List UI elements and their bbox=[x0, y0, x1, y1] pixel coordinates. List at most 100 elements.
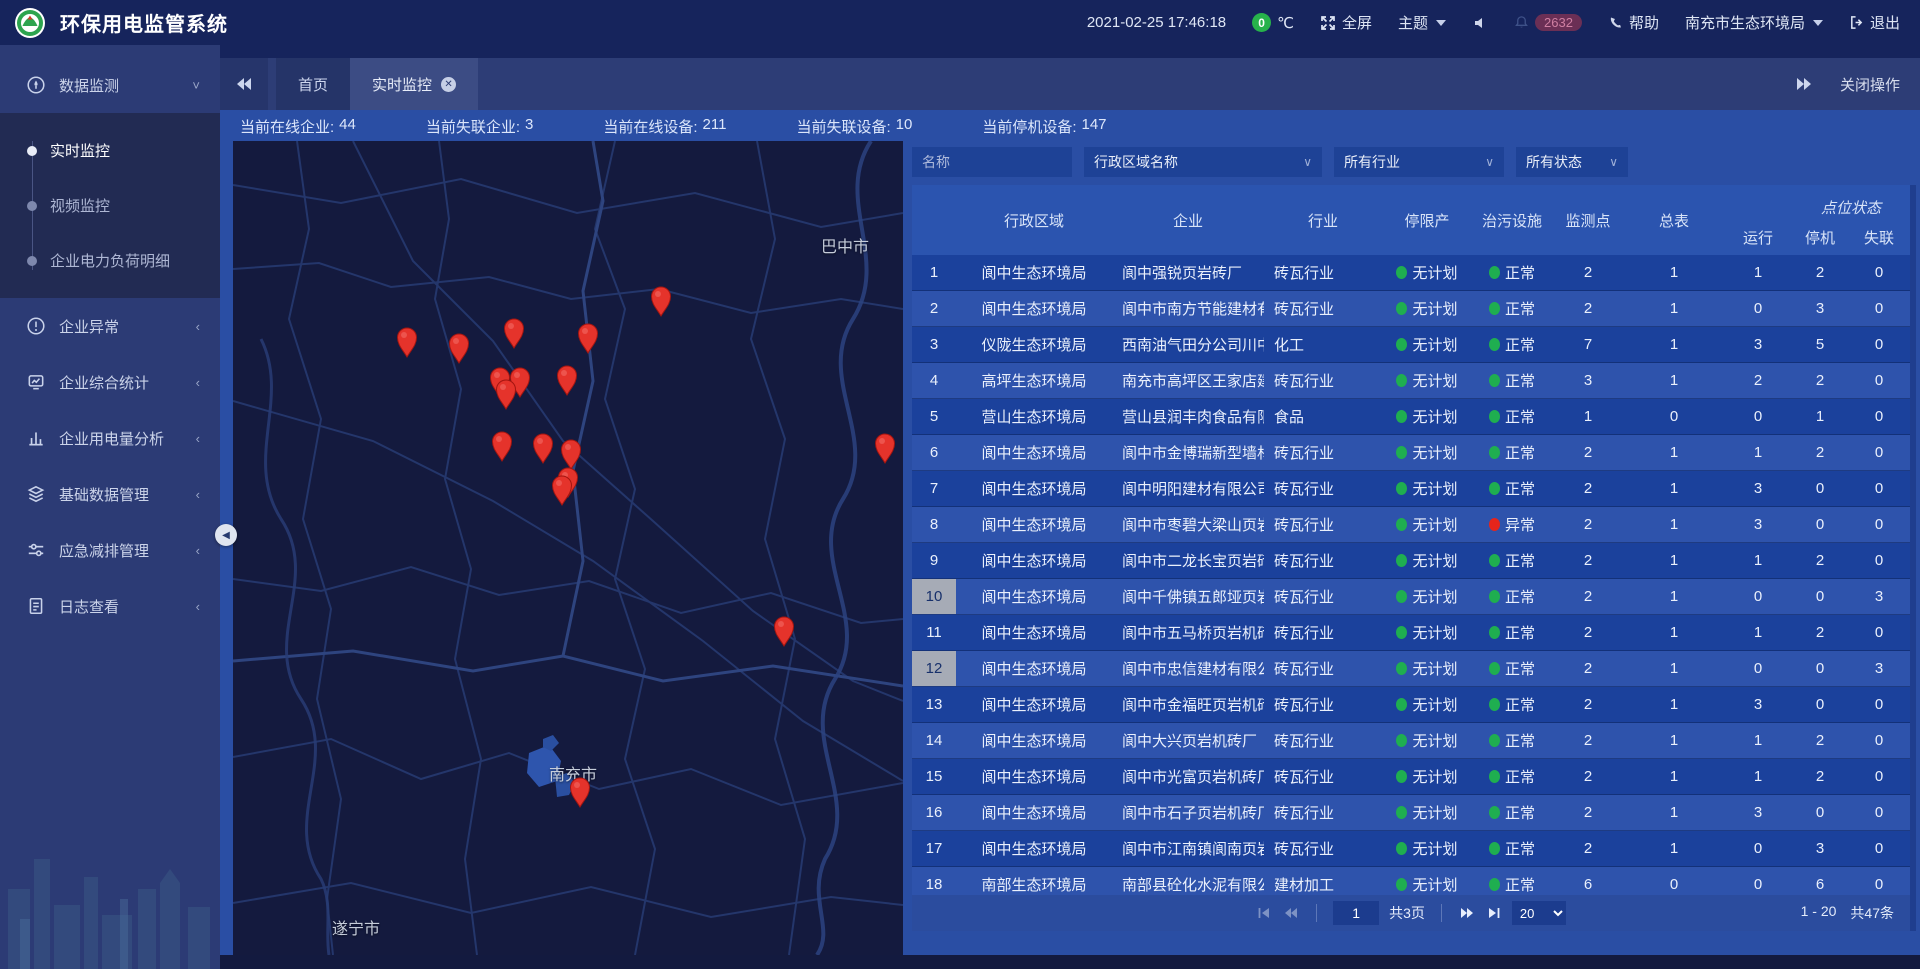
scroll-tabs-left-button[interactable] bbox=[220, 58, 268, 110]
cell-industry: 建材加工 bbox=[1264, 867, 1382, 895]
sidebar-item-3[interactable]: 企业综合统计‹ bbox=[0, 354, 220, 410]
sidebar-subitem-1[interactable]: 实时监控 bbox=[0, 123, 220, 178]
scroll-tabs-right-button[interactable] bbox=[1796, 77, 1812, 91]
cell-monitor-points: 2 bbox=[1552, 579, 1624, 614]
table-row[interactable]: 9阆中生态环境局阆中市二龙长宝页岩砖砖瓦行业无计划正常21120 bbox=[912, 543, 1910, 579]
table-row[interactable]: 18南部生态环境局南部县砼化水泥有限公建材加工无计划正常60060 bbox=[912, 867, 1910, 895]
sidebar-item-4[interactable]: 企业用电量分析‹ bbox=[0, 410, 220, 466]
status-dot-icon bbox=[1396, 806, 1407, 819]
column-header-1[interactable]: 行政区域 bbox=[956, 185, 1112, 255]
speaker-mute-button[interactable] bbox=[1472, 15, 1488, 31]
table-row[interactable]: 3仪陇生态环境局西南油气田分公司川中化工无计划正常71350 bbox=[912, 327, 1910, 363]
sidebar-item-6[interactable]: 应急减排管理‹ bbox=[0, 522, 220, 578]
sidebar-item-5[interactable]: 基础数据管理‹ bbox=[0, 466, 220, 522]
map-panel[interactable]: 巴中市南充市遂宁市 bbox=[233, 141, 903, 955]
chevron-down-icon: ∨ bbox=[1303, 155, 1312, 169]
map-pin-icon[interactable] bbox=[395, 326, 419, 358]
page-size-select[interactable]: 20 bbox=[1512, 901, 1566, 925]
sidebar-subitem-3[interactable]: 企业电力负荷明细 bbox=[0, 233, 220, 288]
limit-status-text: 无计划 bbox=[1412, 622, 1457, 643]
tab-2[interactable]: 实时监控✕ bbox=[350, 58, 478, 110]
help-button[interactable]: 帮助 bbox=[1608, 12, 1659, 33]
status-filter-select[interactable]: 所有状态 ∨ bbox=[1516, 147, 1628, 177]
table-row[interactable]: 11阆中生态环境局阆中市五马桥页岩机砖砖瓦行业无计划正常21120 bbox=[912, 615, 1910, 651]
fullscreen-button[interactable]: 全屏 bbox=[1320, 12, 1372, 33]
column-header-7[interactable]: 总表 bbox=[1624, 185, 1724, 255]
table-row[interactable]: 6阆中生态环境局阆中市金博瑞新型墙材砖瓦行业无计划正常21120 bbox=[912, 435, 1910, 471]
table-row[interactable]: 1阆中生态环境局阆中强锐页岩砖厂砖瓦行业无计划正常21120 bbox=[912, 255, 1910, 291]
close-operations-button[interactable]: 关闭操作 bbox=[1840, 74, 1900, 95]
header-datetime: 2021-02-25 17:46:18 bbox=[1087, 14, 1226, 31]
cell-industry: 砖瓦行业 bbox=[1264, 471, 1382, 506]
limit-status-text: 无计划 bbox=[1412, 658, 1457, 679]
close-tab-icon[interactable]: ✕ bbox=[441, 77, 456, 92]
stat-value: 147 bbox=[1082, 116, 1107, 137]
sidebar-item-1[interactable]: 数据监测˅ bbox=[0, 57, 220, 113]
table-row[interactable]: 2阆中生态环境局阆中市南方节能建材有砖瓦行业无计划正常21030 bbox=[912, 291, 1910, 327]
column-subheader-1[interactable]: 运行 bbox=[1724, 220, 1792, 255]
column-header-5[interactable]: 治污设施 bbox=[1472, 185, 1552, 255]
table-row[interactable]: 4高坪生态环境局南充市高坪区王家店建砖瓦行业无计划正常31220 bbox=[912, 363, 1910, 399]
org-dropdown[interactable]: 南充市生态环境局 bbox=[1685, 12, 1823, 33]
table-row[interactable]: 13阆中生态环境局阆中市金福旺页岩机砖砖瓦行业无计划正常21300 bbox=[912, 687, 1910, 723]
notification-button[interactable]: 2632 bbox=[1514, 14, 1582, 31]
tab-1[interactable]: 首页 bbox=[276, 58, 350, 110]
column-header-6[interactable]: 监测点 bbox=[1552, 185, 1624, 255]
map-pin-icon[interactable] bbox=[550, 474, 574, 506]
column-subheader-2[interactable]: 停机 bbox=[1792, 220, 1848, 255]
map-pin-icon[interactable] bbox=[576, 322, 600, 354]
table-row[interactable]: 17阆中生态环境局阆中市江南镇阆南页岩砖瓦行业无计划正常21030 bbox=[912, 831, 1910, 867]
name-filter-input[interactable] bbox=[912, 147, 1072, 177]
table-row[interactable]: 10阆中生态环境局阆中千佛镇五郎垭页岩砖瓦行业无计划正常21003 bbox=[912, 579, 1910, 615]
cell-stopped: 3 bbox=[1792, 291, 1848, 326]
cell-facility-status: 正常 bbox=[1472, 795, 1552, 830]
table-row[interactable]: 5营山生态环境局营山县润丰肉食品有限食品无计划正常10010 bbox=[912, 399, 1910, 435]
last-page-button[interactable] bbox=[1486, 905, 1502, 921]
map-pin-icon[interactable] bbox=[490, 430, 514, 462]
table-row[interactable]: 8阆中生态环境局阆中市枣碧大梁山页岩砖瓦行业无计划异常21300 bbox=[912, 507, 1910, 543]
column-subheader-3[interactable]: 失联 bbox=[1848, 220, 1910, 255]
cell-index: 13 bbox=[912, 687, 956, 722]
table-row[interactable]: 15阆中生态环境局阆中市光富页岩机砖厂砖瓦行业无计划正常21120 bbox=[912, 759, 1910, 795]
table-row[interactable]: 12阆中生态环境局阆中市忠信建材有限公砖瓦行业无计划正常21003 bbox=[912, 651, 1910, 687]
table-row[interactable]: 7阆中生态环境局阆中明阳建材有限公司砖瓦行业无计划正常21300 bbox=[912, 471, 1910, 507]
column-header-3[interactable]: 行业 bbox=[1264, 185, 1382, 255]
sidebar-item-7[interactable]: 日志查看‹ bbox=[0, 578, 220, 634]
map-pin-icon[interactable] bbox=[531, 432, 555, 464]
map-pin-icon[interactable] bbox=[649, 285, 673, 317]
column-header-4[interactable]: 停限产 bbox=[1382, 185, 1472, 255]
region-filter-select[interactable]: 行政区域名称 ∨ bbox=[1084, 147, 1322, 177]
cell-lost: 0 bbox=[1848, 471, 1910, 506]
logout-button[interactable]: 退出 bbox=[1849, 12, 1900, 33]
cell-region: 阆中生态环境局 bbox=[956, 579, 1112, 614]
industry-filter-select[interactable]: 所有行业 ∨ bbox=[1334, 147, 1504, 177]
next-page-button[interactable] bbox=[1458, 905, 1476, 921]
map-pin-icon[interactable] bbox=[873, 432, 897, 464]
map-city-label: 巴中市 bbox=[821, 233, 869, 257]
map-pin-icon[interactable] bbox=[772, 615, 796, 647]
speaker-icon bbox=[1472, 15, 1488, 31]
map-pin-icon[interactable] bbox=[447, 332, 471, 364]
sidebar-subitem-2[interactable]: 视频监控 bbox=[0, 178, 220, 233]
sidebar-item-2[interactable]: 企业异常‹ bbox=[0, 298, 220, 354]
submenu-dot-icon bbox=[27, 201, 37, 211]
cell-company: 阆中市光富页岩机砖厂 bbox=[1112, 759, 1264, 794]
cell-total-meter: 1 bbox=[1624, 255, 1724, 290]
table-row[interactable]: 14阆中生态环境局阆中大兴页岩机砖厂砖瓦行业无计划正常21120 bbox=[912, 723, 1910, 759]
prev-page-button[interactable] bbox=[1282, 905, 1300, 921]
cell-monitor-points: 2 bbox=[1552, 291, 1624, 326]
collapse-map-button[interactable]: ◀ bbox=[215, 524, 237, 546]
cell-total-meter: 1 bbox=[1624, 831, 1724, 866]
table-scrollbar-track[interactable] bbox=[1910, 185, 1916, 931]
map-pin-icon[interactable] bbox=[494, 378, 518, 410]
theme-dropdown[interactable]: 主题 bbox=[1398, 12, 1446, 33]
first-page-button[interactable] bbox=[1256, 905, 1272, 921]
page-number-input[interactable] bbox=[1333, 901, 1379, 925]
map-pin-icon[interactable] bbox=[502, 317, 526, 349]
map-pin-icon[interactable] bbox=[568, 776, 592, 808]
table-row[interactable]: 16阆中生态环境局阆中市石子页岩机砖厂砖瓦行业无计划正常21300 bbox=[912, 795, 1910, 831]
map-pin-icon[interactable] bbox=[555, 364, 579, 396]
column-header-2[interactable]: 企业 bbox=[1112, 185, 1264, 255]
cell-stopped: 2 bbox=[1792, 615, 1848, 650]
submenu-dot-icon bbox=[27, 256, 37, 266]
